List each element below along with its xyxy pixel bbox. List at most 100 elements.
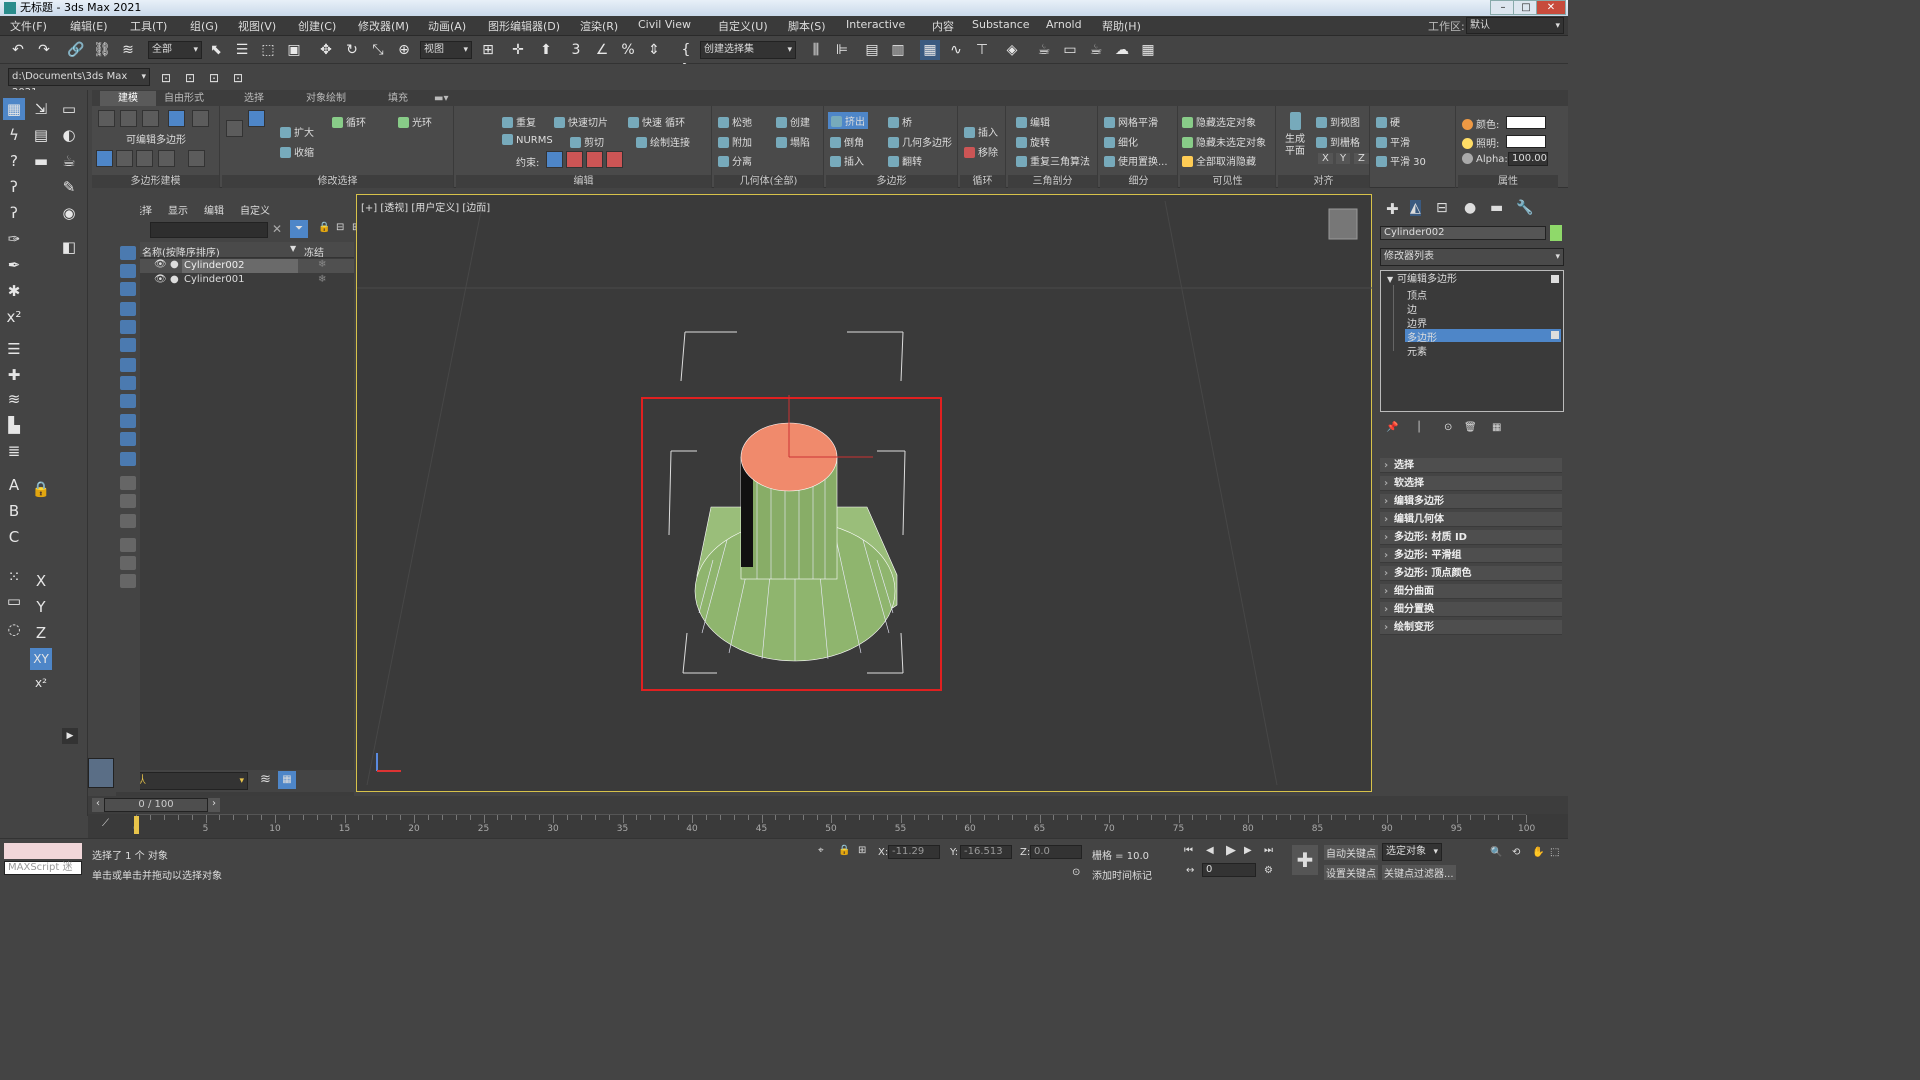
make-unique-icon[interactable]: ⊙ bbox=[1444, 422, 1452, 433]
angle-snap-icon[interactable]: ∠ bbox=[592, 40, 612, 60]
stack-element[interactable]: 元素 bbox=[1407, 343, 1427, 358]
render-dot-icon[interactable]: ● bbox=[170, 259, 179, 270]
stack-icon[interactable]: ≣ bbox=[3, 440, 25, 462]
smooth-button[interactable]: 平滑 bbox=[1376, 134, 1410, 149]
relax-button[interactable]: 松弛 bbox=[718, 114, 752, 129]
loops-footer[interactable]: 循环 bbox=[960, 175, 1005, 188]
scene-row-cylinder001[interactable]: 👁 ● Cylinder001 ❄ bbox=[140, 274, 354, 288]
tris-footer[interactable]: 三角剖分 bbox=[1008, 175, 1097, 188]
time-slider-thumb[interactable]: 0 / 100 bbox=[104, 798, 208, 812]
rollout-edit-polygons[interactable]: 编辑多边形 bbox=[1380, 494, 1562, 509]
menu-content[interactable]: 内容 bbox=[932, 18, 954, 34]
constraint-face-icon[interactable] bbox=[586, 151, 603, 168]
toggle-ribbon-icon[interactable]: ▦ bbox=[920, 40, 940, 60]
rollout-subdivision-surface[interactable]: 细分曲面 bbox=[1380, 584, 1562, 599]
viewport-icon[interactable]: ▭ bbox=[58, 98, 80, 120]
properties-footer[interactable]: 属性 bbox=[1458, 175, 1558, 188]
window-crossing-icon[interactable]: ▣ bbox=[284, 40, 304, 60]
spinner-snap-icon[interactable]: ⇕ bbox=[644, 40, 664, 60]
hook-icon[interactable]: ʔ bbox=[3, 176, 25, 198]
eye-icon[interactable]: 👁 bbox=[154, 274, 167, 285]
mirror-icon[interactable]: ⫼ bbox=[806, 40, 826, 60]
meshsmooth-button[interactable]: 网格平滑 bbox=[1104, 114, 1158, 129]
perspective-viewport[interactable]: [+] [透视] [用户定义] [边面] bbox=[356, 194, 1373, 792]
freeze-column-header[interactable]: 冻结 bbox=[304, 244, 324, 259]
object-color-swatch[interactable] bbox=[1550, 225, 1562, 241]
filter-cameras-icon[interactable] bbox=[120, 302, 136, 316]
viewcube-icon[interactable] bbox=[1328, 208, 1358, 240]
lock-icon[interactable]: 🔒 bbox=[30, 478, 52, 500]
expand-arrow-icon[interactable]: ▶ bbox=[62, 728, 78, 744]
pan-icon[interactable]: ✋ bbox=[1532, 847, 1544, 858]
teapot-icon[interactable]: ☕ bbox=[58, 150, 80, 172]
bind-space-warp-icon[interactable]: ≋ bbox=[118, 40, 138, 60]
rendered-frame-icon[interactable]: ▭ bbox=[1060, 40, 1080, 60]
select-tool-icon[interactable]: ▦ bbox=[3, 98, 25, 120]
selected-objects-dropdown[interactable]: 选定对象 bbox=[1382, 843, 1442, 861]
tab-modeling[interactable]: 建模 bbox=[100, 91, 156, 106]
tri-turn-button[interactable]: 旋转 bbox=[1016, 134, 1050, 149]
border-mode-icon[interactable] bbox=[142, 110, 159, 127]
modify-selection-footer[interactable]: 修改选择 bbox=[222, 175, 453, 188]
align-icon[interactable]: ⊫ bbox=[832, 40, 852, 60]
menu-customize[interactable]: 自定义(U) bbox=[718, 18, 768, 34]
brush-icon[interactable]: ◐ bbox=[58, 124, 80, 146]
render-cloud-icon[interactable]: ☁ bbox=[1112, 40, 1132, 60]
illum-swatch[interactable] bbox=[1506, 135, 1546, 148]
stack-polygon-toggle-icon[interactable] bbox=[1551, 331, 1559, 339]
scene-search-input[interactable] bbox=[150, 222, 268, 238]
display-all-icon[interactable] bbox=[120, 476, 136, 490]
tessellate-button[interactable]: 细化 bbox=[1104, 134, 1138, 149]
show-end-icon[interactable] bbox=[136, 150, 153, 167]
remove-modifier-icon[interactable]: 🗑 bbox=[1464, 422, 1477, 433]
play-icon[interactable]: ▶ bbox=[1226, 843, 1236, 858]
create-panel-icon[interactable]: ✚ bbox=[1386, 200, 1399, 218]
quickslice-button[interactable]: 快速切片 bbox=[554, 114, 608, 129]
to-grid-button[interactable]: 到栅格 bbox=[1316, 134, 1360, 149]
edit-footer[interactable]: 编辑 bbox=[456, 175, 711, 188]
material-editor-icon[interactable]: ◈ bbox=[1002, 40, 1022, 60]
filter-helpers-icon[interactable] bbox=[120, 320, 136, 334]
geometry-footer[interactable]: 几何体(全部) bbox=[714, 175, 823, 188]
inset-button[interactable]: 插入 bbox=[830, 153, 864, 168]
stack-edge[interactable]: 边 bbox=[1407, 301, 1417, 316]
isolate-icon[interactable]: ⌖ bbox=[818, 845, 824, 856]
align-y-button[interactable]: Y bbox=[1336, 153, 1351, 164]
geopoly-button[interactable]: 几何多边形 bbox=[888, 134, 952, 149]
scene-menu-display[interactable]: 显示 bbox=[168, 202, 188, 217]
name-column-header[interactable]: 名称(按降序排序) bbox=[142, 244, 220, 259]
menu-group[interactable]: 组(G) bbox=[190, 18, 218, 34]
unhide-all-button[interactable]: 全部取消隐藏 bbox=[1182, 153, 1256, 168]
render-production-icon[interactable]: ☕ bbox=[1086, 40, 1106, 60]
tab-populate[interactable]: 填充 bbox=[378, 91, 418, 106]
curve-editor-icon[interactable]: ∿ bbox=[946, 40, 966, 60]
scale-icon[interactable]: ⤡ bbox=[368, 40, 388, 60]
a360-gallery-icon[interactable]: ▦ bbox=[1138, 40, 1158, 60]
sel-a-icon[interactable] bbox=[226, 120, 243, 137]
scene-menu-edit[interactable]: 编辑 bbox=[204, 202, 224, 217]
toggle-scene-explorer-icon[interactable]: ▥ bbox=[888, 40, 908, 60]
viewport-thumbnail[interactable] bbox=[88, 758, 114, 788]
rollout-vertex-colors[interactable]: 多边形: 顶点颜色 bbox=[1380, 566, 1562, 581]
align-x-button[interactable]: X bbox=[1318, 153, 1333, 164]
measure-icon[interactable]: ▭ bbox=[3, 590, 25, 612]
set-key-big-icon[interactable]: ✚ bbox=[1292, 845, 1318, 875]
rollout-soft-selection[interactable]: 软选择 bbox=[1380, 476, 1562, 491]
keyboard-shortcut-icon[interactable]: ⬆ bbox=[536, 40, 556, 60]
filter-hidden-icon[interactable] bbox=[120, 452, 136, 466]
filter-misc-icon[interactable] bbox=[120, 574, 136, 588]
select-object-icon[interactable]: ⬉ bbox=[206, 40, 226, 60]
pivot-center-icon[interactable]: ⊞ bbox=[478, 40, 498, 60]
make-planar-button[interactable]: 生成平面 bbox=[1282, 112, 1308, 158]
to-view-button[interactable]: 到视图 bbox=[1316, 114, 1360, 129]
menu-substance[interactable]: Substance bbox=[972, 18, 1030, 31]
display-invert-icon[interactable] bbox=[120, 514, 136, 528]
menu-modifiers[interactable]: 修改器(M) bbox=[358, 18, 409, 34]
tab-object-paint[interactable]: 对象绘制 bbox=[296, 91, 356, 106]
configure-sets-icon[interactable]: ▦ bbox=[1492, 422, 1501, 433]
hierarchy-icon[interactable]: ⊟ bbox=[336, 222, 344, 233]
time-slider[interactable]: ‹ 0 / 100 › bbox=[88, 796, 1568, 814]
move-icon[interactable]: ✥ bbox=[316, 40, 336, 60]
menu-rendering[interactable]: 渲染(R) bbox=[580, 18, 618, 34]
filter-xrefs-icon[interactable] bbox=[120, 376, 136, 390]
